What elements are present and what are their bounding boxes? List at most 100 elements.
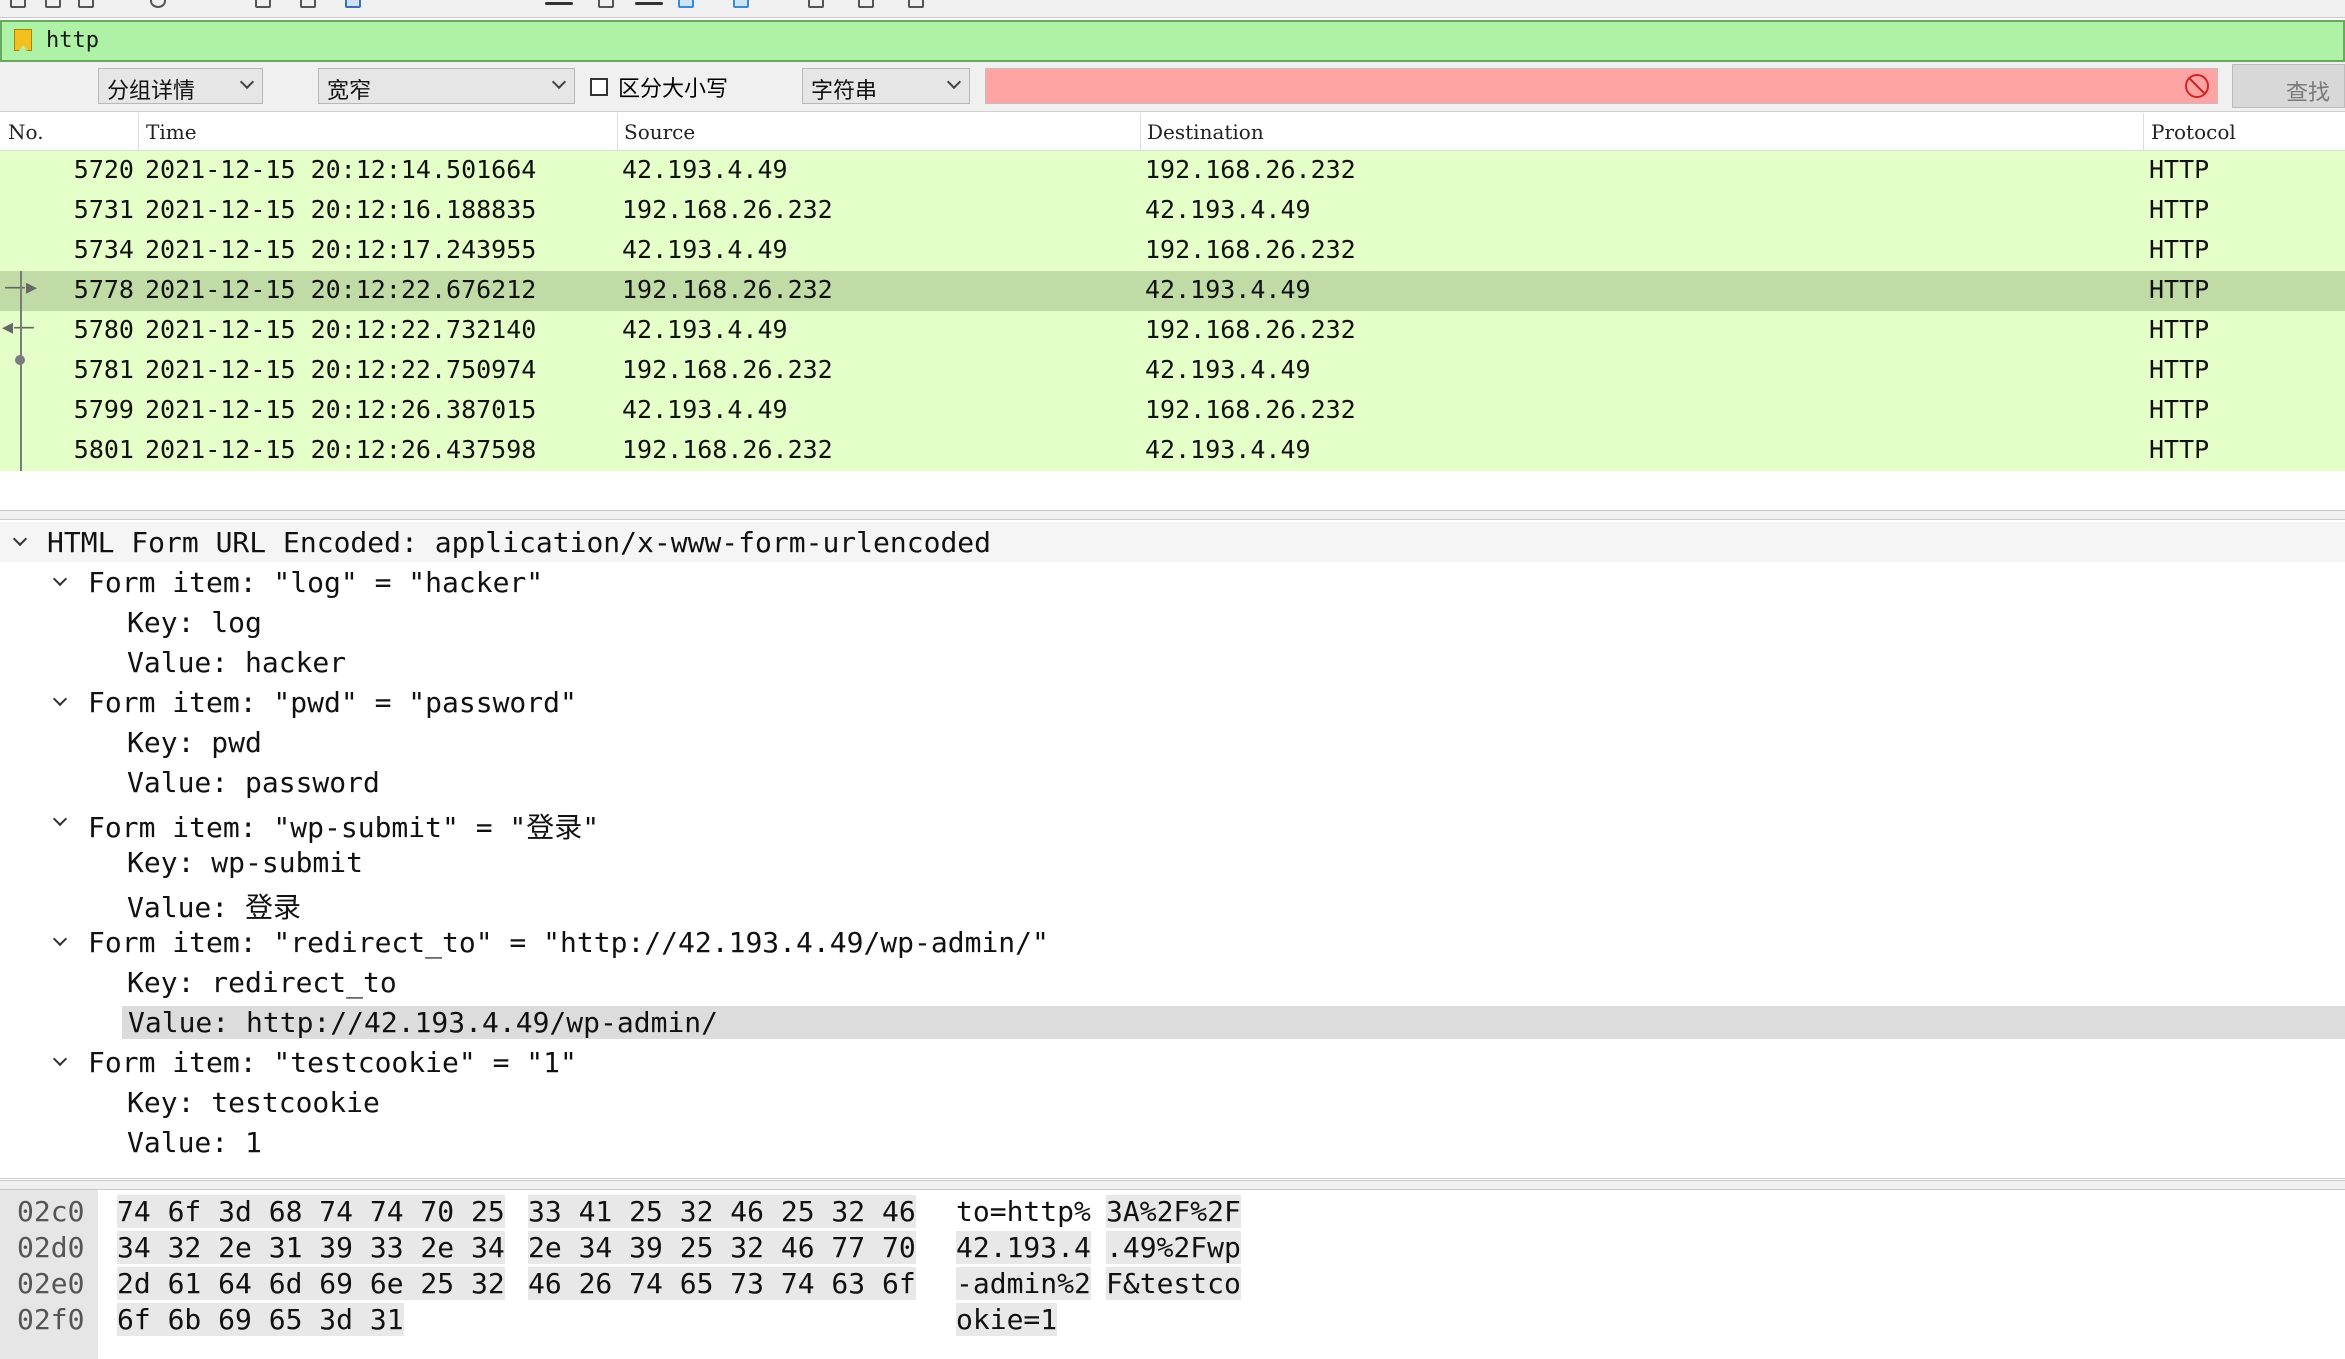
- hex-bytes[interactable]: 2d 61 64 6d 69 6e 25 32: [117, 1267, 505, 1300]
- packet-row[interactable]: ◂— 5780 2021-12-15 20:12:22.732140 42.19…: [0, 311, 2345, 351]
- chevron-down-icon[interactable]: [52, 571, 68, 587]
- find-packet-icon[interactable]: [255, 0, 271, 8]
- packet-row[interactable]: 5801 2021-12-15 20:12:26.437598 192.168.…: [0, 431, 2345, 471]
- tree-item-label: Value: 登录: [127, 891, 302, 924]
- ascii-bytes[interactable]: 42.193.4: [956, 1231, 1091, 1264]
- pane-splitter[interactable]: [0, 1180, 2345, 1190]
- normal-size-icon[interactable]: [858, 0, 874, 8]
- tree-item-key[interactable]: Key: log: [0, 602, 2345, 642]
- tree-item-value[interactable]: Value: 1: [0, 1122, 2345, 1162]
- packet-list-header: No. Time Source Destination Protocol: [0, 113, 2345, 151]
- tree-item-value[interactable]: Value: hacker: [0, 642, 2345, 682]
- packet-row-selected[interactable]: —▸ 5778 2021-12-15 20:12:22.676212 192.1…: [0, 271, 2345, 311]
- packet-row[interactable]: 5731 2021-12-15 20:12:16.188835 192.168.…: [0, 191, 2345, 231]
- tree-item-label: Form item: "testcookie" = "1": [88, 1046, 577, 1079]
- column-divider[interactable]: [2143, 113, 2144, 151]
- go-back-icon[interactable]: [300, 0, 316, 8]
- reload-icon[interactable]: [150, 0, 166, 8]
- column-header-protocol[interactable]: Protocol: [2151, 120, 2236, 144]
- tree-item-form-item[interactable]: Form item: "testcookie" = "1": [0, 1042, 2345, 1082]
- packet-time: 2021-12-15 20:12:22.750974: [145, 355, 537, 384]
- tree-item-form-item[interactable]: Form item: "redirect_to" = "http://42.19…: [0, 922, 2345, 962]
- char-width-value: 宽窄: [327, 78, 372, 103]
- ascii-bytes[interactable]: -admin%2: [956, 1267, 1091, 1300]
- find-packet-bar: 分组详情 宽窄 区分大小写 字符串 查找: [0, 62, 2345, 112]
- case-sensitive-checkbox[interactable]: 区分大小写: [590, 72, 728, 102]
- zoom-in-icon[interactable]: [733, 0, 749, 8]
- ascii-bytes[interactable]: .49%2Fwp: [1106, 1231, 1241, 1264]
- go-first-icon[interactable]: [545, 2, 573, 5]
- column-divider[interactable]: [1140, 113, 1141, 151]
- open-file-icon[interactable]: [10, 0, 26, 8]
- column-divider[interactable]: [617, 113, 618, 151]
- tree-item-label: Key: redirect_to: [127, 966, 397, 999]
- tree-item-value[interactable]: Value: 登录: [0, 882, 2345, 924]
- packet-details-tree: HTML Form URL Encoded: application/x-www…: [0, 520, 2345, 1179]
- display-filter-bar: [0, 20, 2345, 62]
- packet-row[interactable]: 5781 2021-12-15 20:12:22.750974 192.168.…: [0, 351, 2345, 391]
- packet-list: No. Time Source Destination Protocol 572…: [0, 113, 2345, 513]
- packet-protocol: HTTP: [2149, 275, 2210, 304]
- bookmark-icon[interactable]: [14, 29, 32, 51]
- tree-item-value-selected[interactable]: Value: http://42.193.4.49/wp-admin/: [0, 1002, 2345, 1042]
- chevron-down-icon[interactable]: [12, 531, 28, 547]
- chevron-down-icon: [946, 74, 962, 90]
- tree-item-key[interactable]: Key: pwd: [0, 722, 2345, 762]
- resize-columns-icon[interactable]: [908, 0, 924, 8]
- tree-item-key[interactable]: Key: wp-submit: [0, 842, 2345, 882]
- packet-protocol: HTTP: [2149, 355, 2210, 384]
- packet-source: 192.168.26.232: [622, 435, 833, 464]
- find-button[interactable]: 查找: [2232, 64, 2345, 108]
- ascii-bytes[interactable]: F&testco: [1106, 1267, 1241, 1300]
- go-forward-icon[interactable]: [345, 0, 361, 8]
- auto-scroll-icon[interactable]: [635, 2, 663, 5]
- zoom-out-icon[interactable]: [808, 0, 824, 8]
- hex-offset: 02d0: [17, 1231, 85, 1264]
- go-last-icon[interactable]: [598, 0, 614, 8]
- tree-item-form-item[interactable]: Form item: "pwd" = "password": [0, 682, 2345, 722]
- chevron-down-icon[interactable]: [52, 931, 68, 947]
- packet-protocol: HTTP: [2149, 435, 2210, 464]
- display-filter-input[interactable]: [46, 28, 2326, 53]
- hex-bytes[interactable]: 2e 34 39 25 32 46 77 70: [528, 1231, 916, 1264]
- packet-row[interactable]: 5799 2021-12-15 20:12:26.387015 42.193.4…: [0, 391, 2345, 431]
- chevron-down-icon[interactable]: [52, 1051, 68, 1067]
- clear-icon[interactable]: [2185, 74, 2209, 98]
- tree-item-key[interactable]: Key: testcookie: [0, 1082, 2345, 1122]
- hex-bytes[interactable]: 33 41 25 32 46 25 32 46: [528, 1195, 916, 1228]
- tree-item-html-form[interactable]: HTML Form URL Encoded: application/x-www…: [0, 522, 2345, 562]
- chevron-down-icon[interactable]: [52, 811, 68, 827]
- hex-bytes[interactable]: 34 32 2e 31 39 33 2e 34: [117, 1231, 505, 1264]
- column-header-destination[interactable]: Destination: [1147, 120, 1264, 144]
- search-string-input[interactable]: [985, 68, 2218, 104]
- column-header-no[interactable]: No.: [8, 120, 44, 144]
- pane-splitter[interactable]: [0, 510, 2345, 520]
- save-file-icon[interactable]: [45, 0, 61, 8]
- hex-bytes[interactable]: 46 26 74 65 73 74 63 6f: [528, 1267, 916, 1300]
- tree-item-label: Key: log: [127, 606, 262, 639]
- packet-destination: 42.193.4.49: [1145, 275, 1311, 304]
- close-file-icon[interactable]: [78, 0, 94, 8]
- hex-bytes[interactable]: 74 6f 3d 68 74 74 70 25: [117, 1195, 505, 1228]
- tree-item-label: Value: http://42.193.4.49/wp-admin/: [122, 1006, 2345, 1039]
- search-type-select[interactable]: 字符串: [802, 68, 970, 104]
- hex-bytes[interactable]: 6f 6b 69 65 3d 31: [117, 1303, 404, 1336]
- packet-row[interactable]: 5720 2021-12-15 20:12:14.501664 42.193.4…: [0, 151, 2345, 191]
- search-in-select[interactable]: 分组详情: [98, 68, 263, 104]
- checkbox-icon[interactable]: [590, 78, 608, 96]
- tree-item-value[interactable]: Value: password: [0, 762, 2345, 802]
- ascii-bytes[interactable]: 3A%2F%2F: [1106, 1195, 1241, 1228]
- chevron-down-icon[interactable]: [52, 691, 68, 707]
- column-header-time[interactable]: Time: [146, 120, 197, 144]
- column-divider[interactable]: [138, 113, 139, 151]
- hex-offset: 02f0: [17, 1303, 85, 1336]
- tree-item-key[interactable]: Key: redirect_to: [0, 962, 2345, 1002]
- column-header-source[interactable]: Source: [624, 120, 695, 144]
- tree-item-form-item[interactable]: Form item: "wp-submit" = "登录": [0, 802, 2345, 844]
- ascii-bytes[interactable]: okie=1: [956, 1303, 1058, 1336]
- char-width-select[interactable]: 宽窄: [318, 68, 575, 104]
- colorize-icon[interactable]: [678, 0, 694, 8]
- tree-item-form-item[interactable]: Form item: "log" = "hacker": [0, 562, 2345, 602]
- ascii-bytes[interactable]: to=http%: [956, 1195, 1091, 1228]
- packet-row[interactable]: 5734 2021-12-15 20:12:17.243955 42.193.4…: [0, 231, 2345, 271]
